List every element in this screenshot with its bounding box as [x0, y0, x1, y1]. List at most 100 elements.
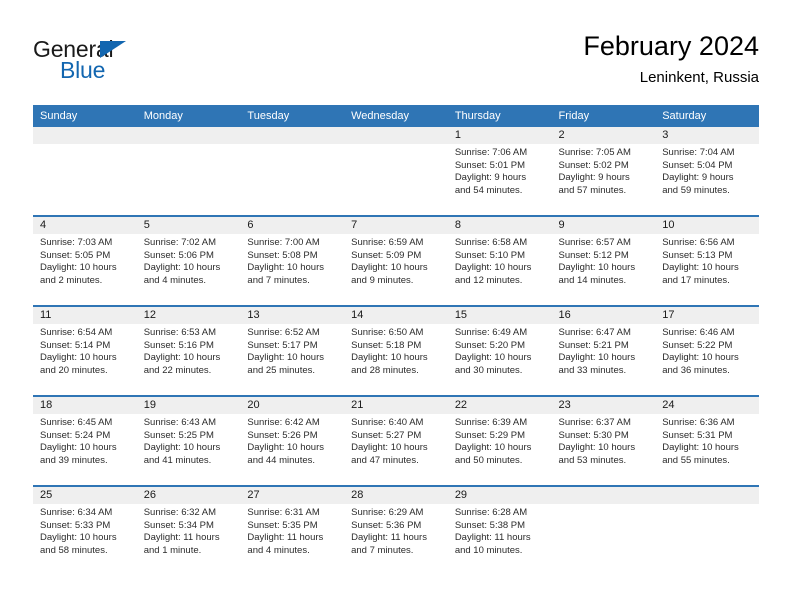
day-detail-line: Sunrise: 6:45 AM — [40, 417, 113, 428]
day-detail-text: Sunrise: 6:56 AM Sunset: 5:13 PM Daylight:… — [655, 234, 759, 287]
day-detail-line: and 58 minutes. — [40, 544, 108, 556]
day-detail-line: and 28 minutes. — [351, 364, 419, 376]
day-detail-text: Sunrise: 6:45 AM Sunset: 5:24 PM Daylight:… — [33, 414, 137, 467]
calendar-day-cell[interactable]: 18 Sunrise: 6:45 AM Sunset: 5:24 PM Dayligh… — [33, 397, 137, 485]
day-detail-text: Sunrise: 6:46 AM Sunset: 5:22 PM Daylight:… — [655, 324, 759, 377]
day-detail-text: Sunrise: 6:50 AM Sunset: 5:18 PM Daylight:… — [344, 324, 448, 377]
day-detail-line: Sunrise: 6:52 AM — [247, 327, 320, 338]
day-detail-line: Sunset: 5:25 PM — [143, 429, 214, 441]
day-detail-line: Sunset: 5:17 PM — [247, 339, 318, 351]
day-detail-line: and 39 minutes. — [40, 454, 108, 466]
day-detail-line: Daylight: 10 hours — [662, 442, 739, 453]
day-detail-line: and 22 minutes. — [143, 364, 212, 376]
calendar-day-cell[interactable]: 1 Sunrise: 7:06 AM Sunset: 5:01 PM Daylight… — [447, 127, 552, 215]
calendar-day-cell[interactable]: 29 Sunrise: 6:28 AM Sunset: 5:38 PM Dayligh… — [447, 487, 552, 575]
day-number: 17 — [655, 307, 759, 324]
day-detail-line: Sunrise: 6:42 AM — [247, 417, 320, 428]
day-detail-line: Sunrise: 6:29 AM — [351, 507, 424, 518]
day-detail-line: and 17 minutes. — [662, 274, 730, 286]
day-detail-line: Sunset: 5:22 PM — [662, 339, 733, 351]
day-number: 23 — [551, 397, 656, 414]
calendar-day-cell[interactable]: 2 Sunrise: 7:05 AM Sunset: 5:02 PM Daylight… — [551, 127, 656, 215]
calendar-day-cell[interactable]: 21 Sunrise: 6:40 AM Sunset: 5:27 PM Dayligh… — [344, 397, 448, 485]
calendar-weeks: 1 Sunrise: 7:06 AM Sunset: 5:01 PM Daylight… — [33, 127, 759, 575]
day-detail-line: and 55 minutes. — [662, 454, 730, 466]
calendar-day-cell[interactable]: 14 Sunrise: 6:50 AM Sunset: 5:18 PM Dayligh… — [344, 307, 448, 395]
day-detail-text: Sunrise: 6:58 AM Sunset: 5:10 PM Daylight:… — [448, 234, 552, 287]
day-detail-text: Sunrise: 6:31 AM Sunset: 5:35 PM Daylight:… — [240, 504, 344, 557]
calendar-day-cell[interactable]: 4 Sunrise: 7:03 AM Sunset: 5:05 PM Daylight… — [33, 217, 137, 305]
calendar-day-cell[interactable]: 8 Sunrise: 6:58 AM Sunset: 5:10 PM Daylight… — [447, 217, 552, 305]
day-detail-line: Sunrise: 7:03 AM — [40, 237, 113, 248]
day-detail-line: Daylight: 10 hours — [247, 442, 324, 453]
calendar-day-cell[interactable]: 15 Sunrise: 6:49 AM Sunset: 5:20 PM Dayligh… — [447, 307, 552, 395]
day-detail-line: Sunrise: 7:00 AM — [247, 237, 320, 248]
calendar-day-cell[interactable]: 28 Sunrise: 6:29 AM Sunset: 5:36 PM Dayligh… — [344, 487, 448, 575]
day-number: 26 — [136, 487, 241, 504]
calendar-day-cell[interactable]: 13 Sunrise: 6:52 AM Sunset: 5:17 PM Dayligh… — [240, 307, 345, 395]
calendar-day-cell[interactable]: 19 Sunrise: 6:43 AM Sunset: 5:25 PM Dayligh… — [136, 397, 241, 485]
day-detail-line: Sunrise: 6:53 AM — [143, 327, 217, 338]
calendar-day-cell[interactable]: 3 Sunrise: 7:04 AM Sunset: 5:04 PM Daylight… — [655, 127, 759, 215]
calendar-day-cell[interactable]: 12 Sunrise: 6:53 AM Sunset: 5:16 PM Dayligh… — [136, 307, 241, 395]
calendar-day-cell[interactable]: 9 Sunrise: 6:57 AM Sunset: 5:12 PM Daylight… — [551, 217, 656, 305]
calendar-day-cell[interactable]: 5 Sunrise: 7:02 AM Sunset: 5:06 PM Daylight… — [136, 217, 241, 305]
day-detail-text: Sunrise: 6:47 AM Sunset: 5:21 PM Daylight:… — [552, 324, 656, 377]
day-detail-line: Sunset: 5:21 PM — [558, 339, 629, 351]
calendar-page: General Blue February 2024 Leninkent, Ru… — [0, 0, 792, 612]
day-detail-text: Sunrise: 7:02 AM Sunset: 5:06 PM Daylight:… — [137, 234, 241, 287]
calendar-day-cell[interactable]: 10 Sunrise: 6:56 AM Sunset: 5:13 PM Dayligh… — [655, 217, 759, 305]
calendar-day-cell[interactable]: 25 Sunrise: 6:34 AM Sunset: 5:33 PM Dayligh… — [33, 487, 137, 575]
day-detail-text: Sunrise: 7:05 AM Sunset: 5:02 PM Daylight:… — [552, 144, 656, 197]
day-number: 16 — [551, 307, 656, 324]
day-detail-line: Sunrise: 7:02 AM — [143, 237, 217, 248]
day-detail-text: Sunrise: 6:39 AM Sunset: 5:29 PM Daylight:… — [448, 414, 552, 467]
calendar-day-cell[interactable]: 24 Sunrise: 6:36 AM Sunset: 5:31 PM Dayligh… — [655, 397, 759, 485]
day-number: 2 — [551, 127, 656, 144]
day-detail-line: Sunset: 5:24 PM — [40, 429, 111, 441]
day-detail-line: and 7 minutes. — [247, 274, 310, 286]
day-detail-text: Sunrise: 6:57 AM Sunset: 5:12 PM Daylight:… — [552, 234, 656, 287]
day-detail-line: Sunset: 5:30 PM — [558, 429, 629, 441]
day-number: 21 — [344, 397, 448, 414]
day-detail-line: Daylight: 10 hours — [454, 262, 532, 273]
day-detail-text: Sunrise: 6:37 AM Sunset: 5:30 PM Daylight:… — [552, 414, 656, 467]
calendar-day-cell[interactable]: 22 Sunrise: 6:39 AM Sunset: 5:29 PM Dayligh… — [447, 397, 552, 485]
day-detail-line: Sunrise: 6:34 AM — [40, 507, 113, 518]
day-detail-line: Sunrise: 6:47 AM — [558, 327, 631, 338]
calendar-day-cell[interactable]: 23 Sunrise: 6:37 AM Sunset: 5:30 PM Dayligh… — [551, 397, 656, 485]
calendar-day-cell[interactable]: 6 Sunrise: 7:00 AM Sunset: 5:08 PM Daylight… — [240, 217, 345, 305]
day-number: 5 — [136, 217, 241, 234]
generalblue-logo[interactable]: General Blue — [33, 36, 273, 92]
calendar-day-cell[interactable]: 27 Sunrise: 6:31 AM Sunset: 5:35 PM Dayligh… — [240, 487, 345, 575]
day-number: 7 — [344, 217, 448, 234]
calendar-day-cell[interactable]: 26 Sunrise: 6:32 AM Sunset: 5:34 PM Dayligh… — [136, 487, 241, 575]
day-detail-line: Daylight: 9 hours — [558, 172, 630, 183]
day-detail-line: and 44 minutes. — [247, 454, 316, 466]
day-detail-text: Sunrise: 6:52 AM Sunset: 5:17 PM Daylight:… — [240, 324, 344, 377]
day-detail-line: Daylight: 10 hours — [143, 442, 221, 453]
day-detail-line: Sunrise: 6:39 AM — [454, 417, 528, 428]
calendar-day-cell[interactable]: 7 Sunrise: 6:59 AM Sunset: 5:09 PM Daylight… — [344, 217, 448, 305]
day-detail-line: and 30 minutes. — [454, 364, 523, 376]
calendar-day-cell[interactable]: 16 Sunrise: 6:47 AM Sunset: 5:21 PM Dayligh… — [551, 307, 656, 395]
page-header: General Blue February 2024 Leninkent, Ru… — [33, 30, 759, 92]
day-detail-line: and 50 minutes. — [454, 454, 523, 466]
triangle-icon — [100, 41, 126, 58]
day-detail-text: Sunrise: 6:59 AM Sunset: 5:09 PM Daylight:… — [344, 234, 448, 287]
day-detail-line: and 53 minutes. — [558, 454, 627, 466]
calendar-day-cell[interactable]: 11 Sunrise: 6:54 AM Sunset: 5:14 PM Dayligh… — [33, 307, 137, 395]
day-detail-line: Daylight: 9 hours — [662, 172, 734, 183]
day-detail-text: Sunrise: 6:42 AM Sunset: 5:26 PM Daylight:… — [240, 414, 344, 467]
day-number: 13 — [240, 307, 345, 324]
day-detail-line: and 7 minutes. — [351, 544, 414, 556]
calendar-grid: Sunday Monday Tuesday Wednesday Thursday Frid… — [33, 105, 759, 575]
calendar-day-cell[interactable]: 20 Sunrise: 6:42 AM Sunset: 5:26 PM Dayligh… — [240, 397, 345, 485]
day-detail-line: Sunset: 5:20 PM — [454, 339, 526, 351]
day-detail-line: Sunset: 5:10 PM — [454, 249, 526, 261]
page-subtitle: Leninkent, Russia — [639, 69, 759, 86]
calendar-day-cell[interactable]: 17 Sunrise: 6:46 AM Sunset: 5:22 PM Dayligh… — [655, 307, 759, 395]
day-detail-text: Sunrise: 6:40 AM Sunset: 5:27 PM Daylight:… — [344, 414, 448, 467]
day-detail-line: and 1 minute. — [143, 544, 202, 556]
calendar-day-cell-empty — [33, 127, 137, 215]
